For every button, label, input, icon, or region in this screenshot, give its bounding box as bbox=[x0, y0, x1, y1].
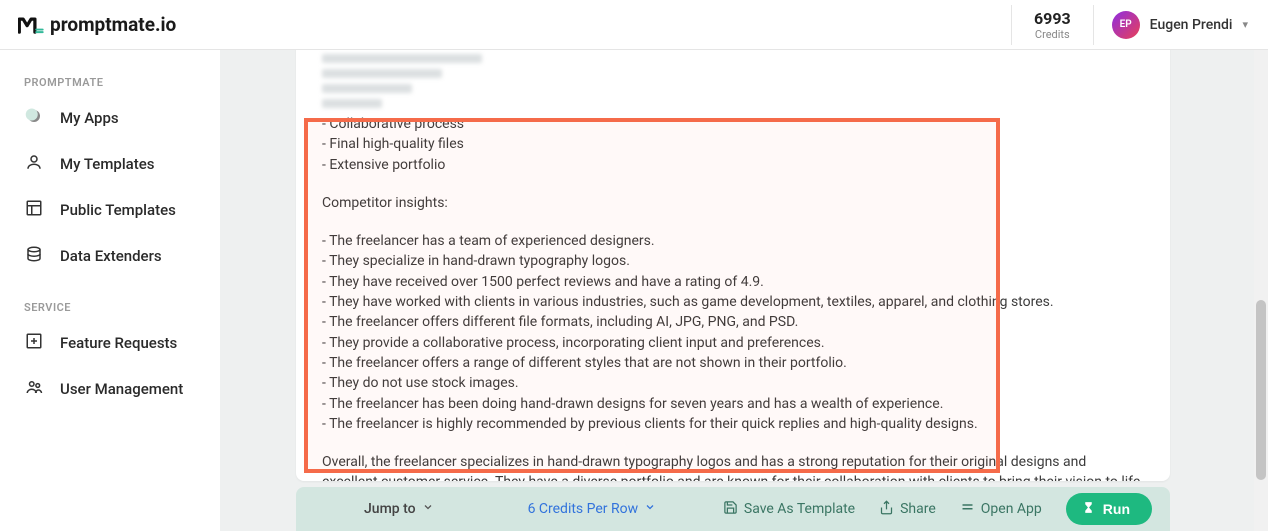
text-line: - Final high-quality files bbox=[322, 134, 1144, 154]
plus-box-icon bbox=[24, 332, 44, 354]
sidebar-item-label: Data Extenders bbox=[60, 247, 162, 265]
open-app-label: Open App bbox=[981, 501, 1042, 517]
person-icon bbox=[24, 153, 44, 175]
credits-per-row-label: 6 Credits Per Row bbox=[528, 501, 639, 517]
save-icon bbox=[723, 500, 738, 519]
insights-heading: Competitor insights: bbox=[322, 193, 1144, 213]
credits-label: Credits bbox=[1034, 28, 1071, 41]
sidebar-item-my-apps[interactable]: My Apps bbox=[0, 95, 220, 141]
text-line: - Collaborative process bbox=[322, 114, 1144, 134]
insight-line: - The freelancer offers a range of diffe… bbox=[322, 353, 1144, 373]
apps-icon bbox=[24, 107, 44, 129]
insight-line: - The freelancer has a team of experienc… bbox=[322, 231, 1144, 251]
sidebar-item-data-extenders[interactable]: Data Extenders bbox=[0, 233, 220, 279]
hourglass-icon bbox=[1082, 501, 1095, 517]
output-card: - Collaborative process - Final high-qua… bbox=[296, 50, 1170, 481]
sidebar-item-user-management[interactable]: User Management bbox=[0, 366, 220, 412]
run-label: Run bbox=[1103, 501, 1130, 517]
open-app-icon bbox=[960, 500, 975, 519]
layout-icon bbox=[24, 199, 44, 221]
text-line: - Extensive portfolio bbox=[322, 155, 1144, 175]
sidebar-item-my-templates[interactable]: My Templates bbox=[0, 141, 220, 187]
brand-logo[interactable]: promptmate.io bbox=[18, 13, 176, 36]
credits-counter: 6993 Credits bbox=[1011, 5, 1094, 45]
credits-value: 6993 bbox=[1034, 9, 1071, 28]
sidebar: PROMPTMATE My Apps My Templates Public T… bbox=[0, 50, 220, 531]
insight-line: - They provide a collaborative process, … bbox=[322, 333, 1144, 353]
insight-line: - The freelancer is highly recommended b… bbox=[322, 414, 1144, 434]
bottom-action-bar: Jump to 6 Credits Per Row Save As Templa… bbox=[296, 487, 1170, 531]
summary-text: Overall, the freelancer specializes in h… bbox=[322, 452, 1144, 481]
sidebar-item-feature-requests[interactable]: Feature Requests bbox=[0, 320, 220, 366]
page-scrollbar[interactable]: ▴ bbox=[1254, 0, 1268, 531]
share-label: Share bbox=[900, 501, 936, 517]
user-name: Eugen Prendi bbox=[1150, 17, 1233, 33]
avatar: EP bbox=[1112, 11, 1140, 39]
insight-line: - They have received over 1500 perfect r… bbox=[322, 272, 1144, 292]
credits-per-row-dropdown[interactable]: 6 Credits Per Row bbox=[528, 501, 657, 517]
sidebar-item-label: My Templates bbox=[60, 155, 154, 173]
save-as-template-button[interactable]: Save As Template bbox=[723, 500, 855, 519]
sidebar-item-label: Feature Requests bbox=[60, 334, 177, 352]
run-button[interactable]: Run bbox=[1066, 493, 1152, 525]
scrollbar-thumb[interactable] bbox=[1256, 300, 1266, 480]
card-content: - Collaborative process - Final high-qua… bbox=[322, 54, 1144, 481]
share-icon bbox=[879, 500, 894, 519]
insight-line: - The freelancer offers different file f… bbox=[322, 312, 1144, 332]
insight-line: - They do not use stock images. bbox=[322, 373, 1144, 393]
logo-mark-icon bbox=[18, 15, 44, 35]
main-area: - Collaborative process - Final high-qua… bbox=[220, 50, 1268, 531]
sidebar-item-public-templates[interactable]: Public Templates bbox=[0, 187, 220, 233]
save-label: Save As Template bbox=[744, 501, 855, 517]
insight-line: - They specialize in hand-drawn typograp… bbox=[322, 251, 1144, 271]
jump-to-dropdown[interactable]: Jump to bbox=[364, 501, 434, 517]
insight-line: - The freelancer has been doing hand-dra… bbox=[322, 394, 1144, 414]
users-icon bbox=[24, 378, 44, 400]
insight-line: - They have worked with clients in vario… bbox=[322, 292, 1144, 312]
database-icon bbox=[24, 245, 44, 267]
chevron-down-icon: ▾ bbox=[1242, 18, 1248, 31]
sidebar-item-label: User Management bbox=[60, 380, 183, 398]
chevron-down-icon bbox=[422, 501, 434, 517]
user-menu[interactable]: EP Eugen Prendi ▾ bbox=[1094, 11, 1248, 39]
sidebar-section-service: SERVICE bbox=[0, 293, 220, 320]
brand-text: promptmate.io bbox=[50, 13, 176, 36]
redacted-text bbox=[322, 54, 1144, 108]
sidebar-item-label: My Apps bbox=[60, 109, 119, 127]
top-bar: promptmate.io 6993 Credits EP Eugen Pren… bbox=[0, 0, 1268, 50]
sidebar-item-label: Public Templates bbox=[60, 201, 176, 219]
chevron-down-icon bbox=[644, 501, 656, 517]
sidebar-section-promptmate: PROMPTMATE bbox=[0, 68, 220, 95]
jump-to-label: Jump to bbox=[364, 501, 416, 517]
open-app-button[interactable]: Open App bbox=[960, 500, 1042, 519]
share-button[interactable]: Share bbox=[879, 500, 936, 519]
